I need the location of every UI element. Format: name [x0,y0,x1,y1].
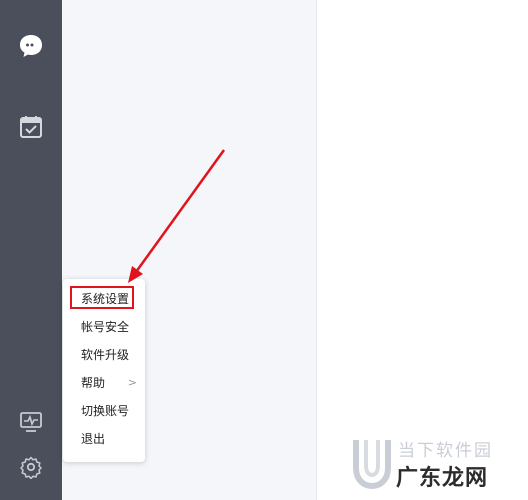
menu-item-label: 软件升级 [81,348,130,362]
gear-icon[interactable] [0,455,62,479]
menu-item-help[interactable]: 帮助 > [63,370,145,396]
calendar-check-icon[interactable] [0,114,62,140]
menu-item-system-settings[interactable]: 系统设置 [63,286,145,312]
chevron-right-icon: > [127,376,137,389]
menu-item-label: 系统设置 [81,292,130,306]
menu-item-software-upgrade[interactable]: 软件升级 [63,342,145,368]
menu-item-label: 帐号安全 [81,320,130,334]
menu-item-label: 帮助 [81,376,106,390]
settings-popup-menu: 系统设置 帐号安全 软件升级 帮助 > 切换账号 退出 [63,279,145,462]
main-content-area [317,0,528,500]
chat-icon[interactable] [0,32,62,60]
monitor-icon[interactable] [0,411,62,433]
menu-item-switch-account[interactable]: 切换账号 [63,398,145,424]
menu-item-account-security[interactable]: 帐号安全 [63,314,145,340]
menu-item-logout[interactable]: 退出 [63,426,145,452]
menu-item-label: 退出 [81,432,106,446]
left-sidebar [0,0,62,500]
menu-item-label: 切换账号 [81,404,130,418]
